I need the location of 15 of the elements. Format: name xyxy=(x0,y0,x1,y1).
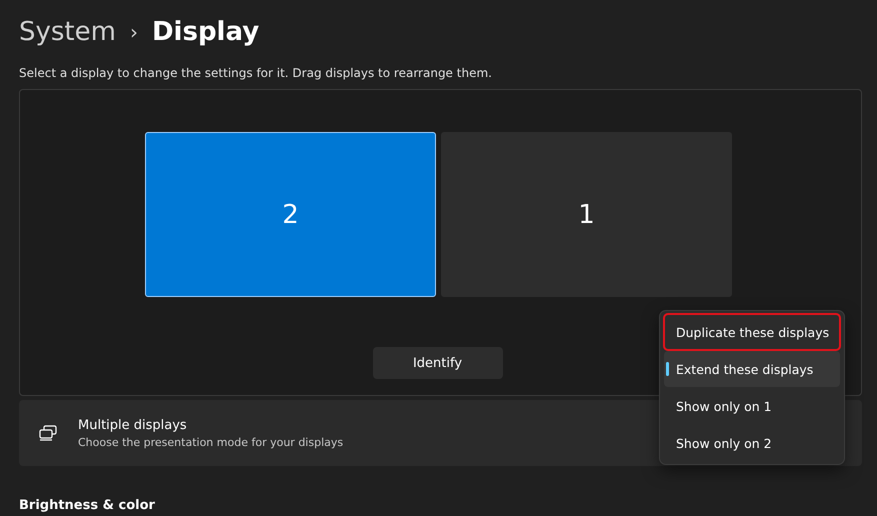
breadcrumb-parent[interactable]: System xyxy=(19,17,116,47)
multiple-displays-description: Choose the presentation mode for your displays xyxy=(78,436,344,448)
multiple-displays-title: Multiple displays xyxy=(78,418,188,432)
breadcrumb-separator: › xyxy=(130,20,138,44)
identify-button[interactable]: Identify xyxy=(372,347,502,379)
selection-indicator xyxy=(666,362,669,376)
display-tile[interactable]: 1 xyxy=(441,132,732,297)
menu-item[interactable]: Extend these displays xyxy=(664,351,840,387)
multiple-displays-icon xyxy=(38,425,58,441)
display-tile[interactable]: 2 xyxy=(145,132,436,297)
section-heading: Brightness & color xyxy=(19,498,156,515)
menu-item[interactable]: Duplicate these displays xyxy=(664,314,840,350)
page-title: Display xyxy=(152,17,260,47)
instructions-text: Select a display to change the settings for it. Drag displays to rearrange them. xyxy=(19,66,493,80)
menu-item[interactable]: Show only on 2 xyxy=(664,425,840,461)
